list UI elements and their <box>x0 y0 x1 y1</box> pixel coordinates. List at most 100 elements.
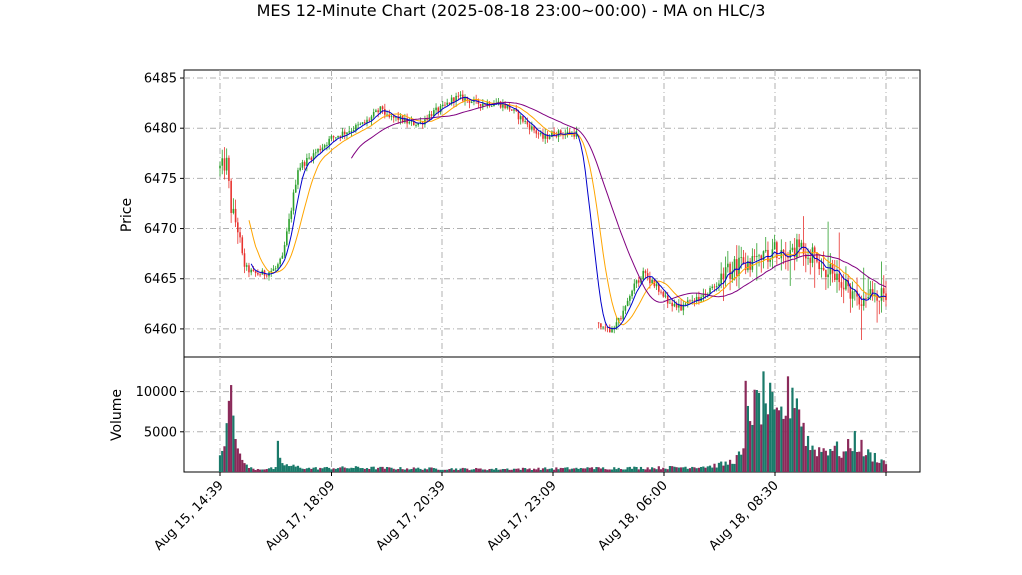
candle-body <box>729 263 731 279</box>
volume-bar <box>372 466 375 472</box>
candle-body <box>513 109 515 111</box>
volume-bar <box>390 467 393 472</box>
volume-bar <box>488 468 491 472</box>
volume-bar <box>421 469 424 472</box>
volume-bar <box>630 468 634 472</box>
candle-body <box>301 162 304 168</box>
candle-body <box>531 126 533 130</box>
candle-body <box>535 130 538 134</box>
volume-bar <box>481 469 484 472</box>
candle-body <box>444 104 446 106</box>
volume-bar <box>343 467 346 472</box>
volume-bar <box>506 468 509 472</box>
volume-bar <box>575 467 578 472</box>
volume-bar <box>744 380 747 472</box>
volume-bar <box>728 459 732 472</box>
candle-body <box>482 103 484 107</box>
candle-body <box>807 257 809 259</box>
volume-bar <box>682 467 685 472</box>
volume-bar <box>325 466 329 472</box>
volume-bar <box>410 468 413 472</box>
volume-bar <box>802 422 805 472</box>
candle-body <box>381 106 384 110</box>
volume-bar <box>675 467 678 472</box>
volume-bar <box>492 469 496 472</box>
volume-bar <box>584 468 587 472</box>
candle-body <box>809 257 812 263</box>
volume-bar <box>628 466 631 472</box>
volume-bar <box>581 468 585 472</box>
candle-body <box>245 265 248 267</box>
candle-body <box>635 280 638 284</box>
volume-bar <box>283 465 286 472</box>
volume-bar <box>238 453 242 472</box>
candle-body <box>308 157 310 159</box>
volume-bar <box>352 467 355 472</box>
chart-title: MES 12-Minute Chart (2025-08-18 23:00~00… <box>257 1 766 20</box>
candle-body <box>600 323 602 328</box>
candle-body <box>330 136 333 139</box>
volume-bar <box>679 467 683 472</box>
volume-bar <box>875 462 879 472</box>
volume-bar <box>486 470 489 472</box>
volume-bar <box>332 468 335 472</box>
volume-bar <box>247 467 251 472</box>
volume-bar <box>860 439 863 472</box>
volume-bar <box>274 467 277 472</box>
volume-bar <box>751 424 754 472</box>
volume-bar <box>813 449 816 472</box>
volume-tick-label: 5000 <box>144 425 177 440</box>
volume-bar <box>305 468 308 472</box>
volume-bar <box>606 469 609 472</box>
candle-body <box>738 257 740 276</box>
volume-bar <box>526 469 529 472</box>
volume-bar <box>786 376 790 472</box>
volume-bar <box>733 463 736 472</box>
volume-bar <box>570 468 574 472</box>
candle-body <box>279 258 281 265</box>
candle-body <box>822 267 825 271</box>
candle-body <box>392 116 395 118</box>
volume-bar <box>824 450 827 472</box>
volume-bar <box>263 469 266 472</box>
volume-y-ticks: 5000 10000 <box>136 385 184 440</box>
candle-body <box>528 124 531 130</box>
candle-body <box>840 282 843 288</box>
volume-bar <box>276 440 280 472</box>
volume-bar <box>535 469 538 472</box>
candle-body <box>880 288 883 301</box>
candle-body <box>778 257 780 259</box>
candle-body <box>689 300 691 302</box>
volume-bar <box>822 448 825 472</box>
volume-bar <box>815 456 819 472</box>
candle-body <box>448 102 451 104</box>
volume-bar <box>232 415 235 472</box>
price-tick-label: 6465 <box>144 272 177 287</box>
candle-body <box>265 275 268 277</box>
volume-bar <box>737 451 741 472</box>
volume-bar <box>789 418 792 472</box>
volume-bar <box>686 468 689 472</box>
volume-bar <box>753 389 756 472</box>
volume-bar <box>642 468 645 472</box>
candle-body <box>633 283 636 291</box>
candle-body <box>257 273 259 275</box>
candle-body <box>539 132 542 135</box>
volume-bar <box>849 448 852 472</box>
volume-bar <box>777 410 781 472</box>
candle-body <box>791 247 794 251</box>
volume-bar <box>851 451 854 472</box>
candle-body <box>379 106 382 113</box>
volume-bar <box>310 468 313 472</box>
volume-bar <box>381 466 384 472</box>
candle-body <box>259 274 261 276</box>
volume-bar <box>388 467 391 472</box>
volume-bar <box>602 467 605 472</box>
candle-body <box>430 114 433 116</box>
volume-bar <box>855 451 859 472</box>
volume-bar <box>439 469 442 472</box>
volume-bar <box>735 455 738 472</box>
volume-bar <box>281 463 284 472</box>
candle-body <box>370 116 373 121</box>
volume-bar <box>490 468 493 472</box>
